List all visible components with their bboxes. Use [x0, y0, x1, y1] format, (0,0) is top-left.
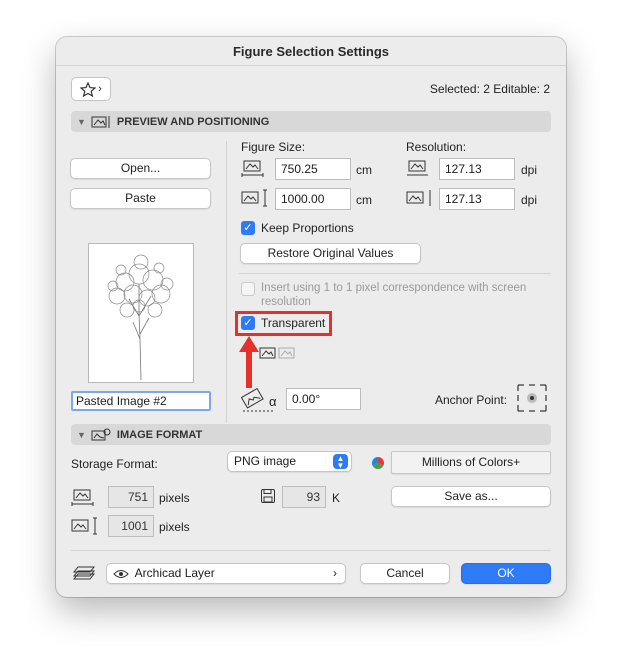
pixel-width-unit: pixels — [159, 491, 190, 505]
anchor-point-label: Anchor Point: — [435, 393, 508, 407]
disclosure-triangle-icon: ▼ — [77, 429, 86, 440]
resolution-x-input[interactable]: 127.13 — [439, 158, 515, 180]
favorites-button[interactable]: › — [71, 77, 111, 101]
footer-separator — [71, 550, 551, 551]
image-format-section-icon — [91, 428, 111, 442]
eye-icon — [113, 569, 129, 579]
resolution-label: Resolution: — [406, 140, 467, 154]
selection-info: Selected: 2 Editable: 2 — [429, 82, 550, 96]
pixel-width-icon — [71, 488, 95, 508]
star-icon — [80, 81, 97, 97]
insert-pixel-checkbox[interactable] — [241, 282, 255, 296]
ok-button[interactable]: OK — [461, 563, 551, 584]
save-as-button[interactable]: Save as... — [391, 486, 551, 507]
dialog-title: Figure Selection Settings — [232, 44, 390, 59]
image-preview — [88, 243, 194, 383]
resolution-y-icon — [406, 189, 436, 207]
preview-section-icon — [91, 115, 111, 129]
right-separator — [239, 273, 551, 274]
tree-image — [107, 254, 174, 381]
color-depth-button[interactable]: Millions of Colors+ — [391, 451, 551, 474]
transparent-toggle-icon[interactable] — [259, 346, 297, 360]
dialog-window: Figure Selection Settings › Selected: 2 … — [56, 37, 566, 597]
disk-icon — [260, 488, 276, 504]
height-unit: cm — [356, 193, 372, 207]
pixel-width-value: 751 — [108, 486, 154, 508]
figure-size-label: Figure Size: — [241, 140, 306, 154]
open-button[interactable]: Open... — [70, 158, 211, 179]
layer-name: Archicad Layer — [134, 566, 215, 580]
color-wheel-icon — [371, 456, 385, 470]
file-size-unit: K — [332, 491, 341, 505]
image-format-section-header[interactable]: ▼ IMAGE FORMAT — [71, 424, 551, 445]
width-unit: cm — [356, 163, 372, 177]
storage-format-label: Storage Format: — [71, 457, 158, 471]
resolution-y-unit: dpi — [521, 193, 538, 207]
paste-button[interactable]: Paste — [70, 188, 211, 209]
cancel-button[interactable]: Cancel — [360, 563, 450, 584]
figure-width-input[interactable]: 750.25 — [275, 158, 351, 180]
chevron-updown-icon: ▲ ▼ — [333, 454, 348, 470]
title-separator — [56, 65, 566, 66]
figure-width-icon — [241, 159, 265, 179]
figure-height-icon — [241, 189, 271, 207]
insert-pixel-label: Insert using 1 to 1 pixel correspondence… — [261, 282, 527, 308]
image-name-input[interactable]: Pasted Image #2 — [71, 391, 211, 411]
file-size-value: 93 — [282, 486, 326, 508]
pixel-height-value: 1001 — [108, 515, 154, 537]
resolution-x-unit: dpi — [521, 163, 538, 177]
storage-format-value: PNG image — [234, 454, 297, 468]
pixel-height-unit: pixels — [159, 520, 190, 534]
keep-proportions-label: Keep Proportions — [261, 221, 354, 235]
storage-format-select[interactable]: PNG image ▲ ▼ — [227, 451, 352, 472]
chevron-right-icon: › — [333, 566, 337, 580]
preview-section-header[interactable]: ▼ PREVIEW AND POSITIONING — [71, 111, 551, 132]
pixel-height-icon — [71, 517, 101, 535]
restore-original-values-button[interactable]: Restore Original Values — [240, 243, 421, 264]
transparent-checkbox[interactable]: ✓ — [241, 316, 255, 330]
figure-height-input[interactable]: 1000.00 — [275, 188, 351, 210]
keep-proportions-checkbox[interactable]: ✓ — [241, 221, 255, 235]
column-separator — [226, 141, 227, 423]
transparent-label: Transparent — [261, 316, 326, 330]
angle-input[interactable]: 0.00° — [286, 388, 361, 410]
disclosure-triangle-icon: ▼ — [77, 116, 86, 127]
anchor-point-icon[interactable] — [516, 382, 548, 414]
image-format-section-title: IMAGE FORMAT — [116, 428, 203, 441]
preview-section-title: PREVIEW AND POSITIONING — [116, 115, 270, 128]
angle-symbol: α — [269, 394, 277, 409]
layer-select[interactable]: Archicad Layer › — [106, 563, 346, 584]
chevron-right-icon: › — [98, 83, 102, 95]
annotation-arrow — [237, 334, 261, 389]
layer-icon — [72, 564, 96, 580]
resolution-y-input[interactable]: 127.13 — [439, 188, 515, 210]
resolution-x-icon — [406, 159, 430, 179]
